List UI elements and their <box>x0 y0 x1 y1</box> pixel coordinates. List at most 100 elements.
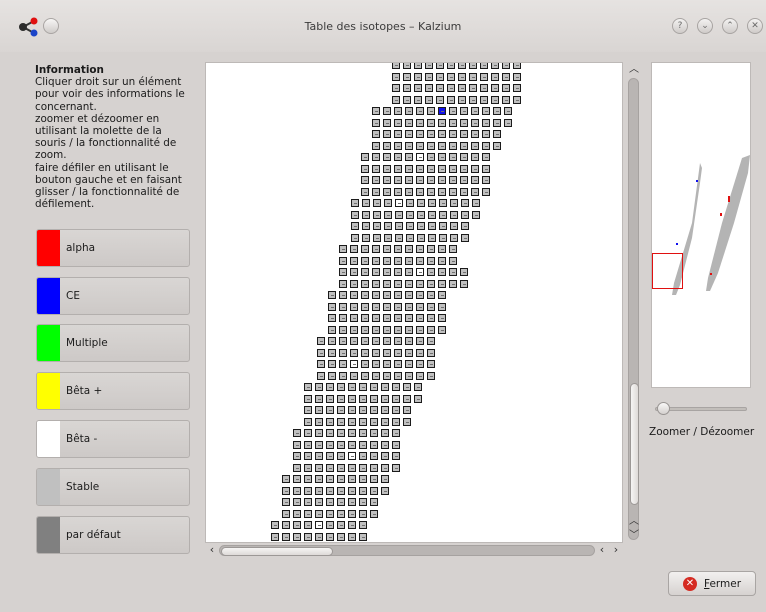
isotope-cell[interactable] <box>370 486 378 495</box>
isotope-cell[interactable] <box>482 164 490 173</box>
isotope-cell[interactable] <box>383 348 391 357</box>
isotope-cell[interactable] <box>304 532 312 541</box>
isotope-cell[interactable] <box>405 337 413 345</box>
zoom-slider-handle[interactable] <box>657 402 670 415</box>
isotope-cell[interactable] <box>417 199 425 207</box>
isotope-cell[interactable] <box>383 360 391 368</box>
isotope-cell[interactable] <box>449 256 457 265</box>
scroll-up-arrow-icon[interactable]: ︿ <box>626 60 642 75</box>
isotope-cell[interactable] <box>339 268 347 276</box>
isotope-cell[interactable] <box>383 268 391 276</box>
isotope-cell[interactable] <box>482 187 490 196</box>
legend-multiple-button[interactable]: Multiple <box>36 324 190 362</box>
isotope-cell[interactable] <box>416 187 424 196</box>
isotope-cell[interactable] <box>383 130 391 138</box>
isotope-cell[interactable] <box>339 256 347 265</box>
isotope-cell[interactable] <box>328 325 336 334</box>
isotope-cell[interactable] <box>350 337 358 345</box>
isotope-cell[interactable] <box>381 475 389 483</box>
isotope-cell[interactable] <box>383 325 391 334</box>
isotope-cell[interactable] <box>405 153 413 161</box>
close-dialog-button[interactable]: ✕ Fermer <box>668 571 756 596</box>
isotope-cell[interactable] <box>449 164 457 173</box>
isotope-cell[interactable] <box>405 107 413 115</box>
isotope-cell[interactable] <box>373 222 381 230</box>
isotope-cell[interactable] <box>392 394 400 403</box>
isotope-cell[interactable] <box>372 256 380 265</box>
isotope-cell[interactable] <box>348 452 356 460</box>
isotope-cell[interactable] <box>450 199 458 207</box>
isotope-cell[interactable] <box>416 268 424 276</box>
isotope-cell[interactable] <box>502 84 510 92</box>
isotope-cell[interactable] <box>471 187 479 196</box>
isotope-cell[interactable] <box>370 498 378 506</box>
isotope-cell[interactable] <box>350 314 358 322</box>
isotope-cell[interactable] <box>406 210 414 219</box>
isotope-cell[interactable] <box>383 302 391 311</box>
isotope-cell[interactable] <box>359 498 367 506</box>
isotope-cell[interactable] <box>425 95 433 104</box>
isotope-cell[interactable] <box>438 256 446 265</box>
isotope-cell[interactable] <box>405 187 413 196</box>
isotope-cell[interactable] <box>339 371 347 380</box>
isotope-cell[interactable] <box>350 279 358 288</box>
isotope-cell[interactable] <box>328 337 336 345</box>
isotope-cell[interactable] <box>359 406 367 414</box>
isotope-cell[interactable] <box>348 383 356 391</box>
isotope-cell[interactable] <box>427 153 435 161</box>
isotope-cell[interactable] <box>326 509 334 518</box>
isotope-cell[interactable] <box>383 187 391 196</box>
isotope-cell[interactable] <box>304 406 312 414</box>
isotope-cell[interactable] <box>304 429 312 437</box>
isotope-cell[interactable] <box>326 440 334 449</box>
isotope-cell[interactable] <box>405 325 413 334</box>
isotope-cell[interactable] <box>359 452 367 460</box>
isotope-cell[interactable] <box>370 394 378 403</box>
isotope-cell[interactable] <box>427 291 435 299</box>
isotope-cell[interactable] <box>392 95 400 104</box>
isotope-cell[interactable] <box>315 406 323 414</box>
isotope-cell[interactable] <box>471 141 479 150</box>
isotope-cell[interactable] <box>282 486 290 495</box>
isotope-cell[interactable] <box>337 452 345 460</box>
isotope-cell[interactable] <box>392 452 400 460</box>
isotope-cell[interactable] <box>392 63 400 69</box>
isotope-cell[interactable] <box>450 210 458 219</box>
isotope-cell[interactable] <box>405 348 413 357</box>
isotope-cell[interactable] <box>315 475 323 483</box>
isotope-cell[interactable] <box>458 72 466 81</box>
isotope-cell[interactable] <box>403 406 411 414</box>
isotope-cell[interactable] <box>372 130 380 138</box>
isotope-cell[interactable] <box>405 314 413 322</box>
isotope-cell[interactable] <box>414 394 422 403</box>
isotope-cell[interactable] <box>359 463 367 472</box>
zoom-slider[interactable] <box>655 402 747 416</box>
isotope-cell[interactable] <box>372 360 380 368</box>
isotope-cell[interactable] <box>427 325 435 334</box>
isotope-cell[interactable] <box>447 72 455 81</box>
isotope-cell[interactable] <box>317 348 325 357</box>
isotope-cell[interactable] <box>293 509 301 518</box>
isotope-cell[interactable] <box>428 199 436 207</box>
isotope-cell[interactable] <box>326 429 334 437</box>
isotope-cell[interactable] <box>460 130 468 138</box>
isotope-cell[interactable] <box>372 337 380 345</box>
isotope-cell[interactable] <box>460 164 468 173</box>
isotope-cell[interactable] <box>471 153 479 161</box>
isotope-cell[interactable] <box>315 394 323 403</box>
isotope-cell[interactable] <box>425 72 433 81</box>
isotope-cell[interactable] <box>271 521 279 529</box>
isotope-cell[interactable] <box>351 210 359 219</box>
isotope-cell[interactable] <box>472 210 480 219</box>
isotope-cell[interactable] <box>351 222 359 230</box>
isotope-cell[interactable] <box>436 63 444 69</box>
isotope-cell[interactable] <box>337 406 345 414</box>
isotope-cell[interactable] <box>381 406 389 414</box>
isotope-cell[interactable] <box>282 532 290 541</box>
isotope-cell[interactable] <box>348 440 356 449</box>
isotope-cell[interactable] <box>461 199 469 207</box>
isotope-cell[interactable] <box>293 486 301 495</box>
isotope-cell[interactable] <box>337 498 345 506</box>
isotope-cell[interactable] <box>361 256 369 265</box>
isotope-cell[interactable] <box>406 222 414 230</box>
